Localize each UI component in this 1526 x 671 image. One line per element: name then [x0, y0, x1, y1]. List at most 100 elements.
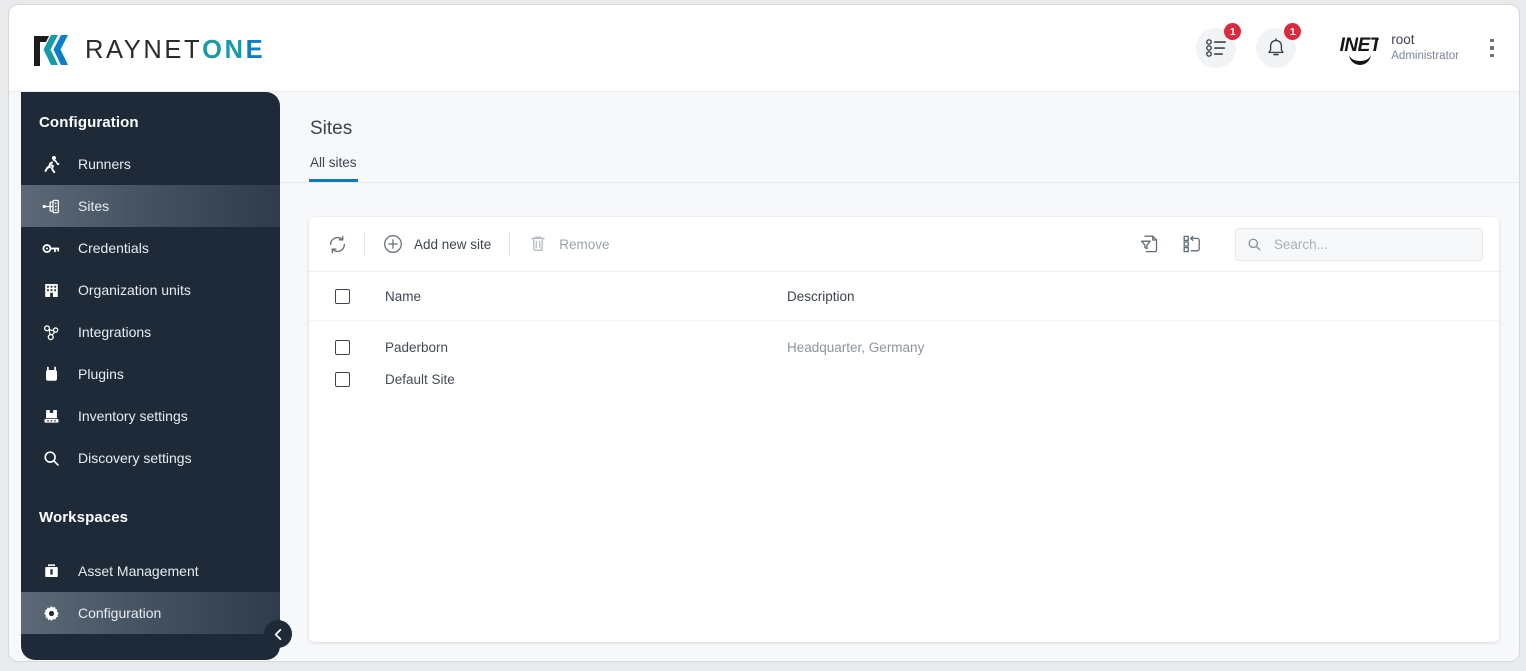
tasks-button[interactable]: 1 — [1196, 23, 1242, 68]
tab-bar: All sites — [280, 155, 1519, 182]
kebab-dot — [1490, 53, 1494, 58]
overflow-menu-button[interactable] — [1481, 31, 1503, 65]
sidebar-item-credentials[interactable]: Credentials — [21, 227, 280, 269]
plus-circle-icon — [384, 235, 402, 253]
table-row[interactable]: Paderborn Headquarter, Germany — [309, 331, 1499, 363]
sidebar-item-sites[interactable]: Sites — [21, 185, 280, 227]
page-title: Sites — [310, 118, 353, 139]
sidebar-item-runners[interactable]: Runners — [21, 143, 280, 185]
sidebar-item-plugins[interactable]: Plugins — [21, 353, 280, 395]
raynet-logo-icon — [32, 32, 72, 68]
search-box[interactable] — [1235, 227, 1483, 261]
building-icon — [41, 280, 61, 300]
toolbar-divider — [509, 231, 511, 257]
sidebar-item-organization-units[interactable]: Organization units — [21, 269, 280, 311]
column-settings-button[interactable] — [1173, 226, 1211, 262]
row-checkbox[interactable] — [335, 371, 350, 387]
sidebar-item-label: Configuration — [78, 605, 162, 621]
user-info: root Administrator — [1391, 32, 1459, 63]
column-header-description[interactable]: Description — [787, 289, 1499, 304]
avatar-arc — [1349, 52, 1372, 65]
user-role: Administrator — [1391, 50, 1459, 63]
refresh-button[interactable] — [319, 226, 356, 262]
top-bar: RAYNETONE 1 1 INET root Administrator — [9, 5, 1519, 92]
tab-divider — [280, 182, 1519, 183]
tab-all-sites[interactable]: All sites — [309, 155, 358, 182]
search-input[interactable] — [1271, 235, 1471, 253]
brand-logo[interactable]: RAYNETONE — [32, 32, 265, 68]
table-toolbar: Add new site Remove — [309, 217, 1499, 271]
top-bar-actions: 1 1 INET root Administrator — [1176, 5, 1503, 91]
search-icon — [41, 448, 61, 468]
bell-icon — [1268, 37, 1284, 55]
select-all-cell — [309, 288, 385, 304]
cell-description: Headquarter, Germany — [787, 339, 925, 355]
sidebar-item-inventory-settings[interactable]: Inventory settings — [21, 395, 280, 437]
row-select-cell — [309, 371, 385, 387]
sidebar-item-label: Sites — [78, 198, 110, 214]
sidebar: Configuration Runners Sites Credentials … — [21, 92, 280, 660]
table-body: Paderborn Headquarter, Germany Default S… — [309, 320, 1499, 395]
sidebar-item-configuration[interactable]: Configuration — [21, 592, 280, 634]
sidebar-item-asset-management[interactable]: Asset Management — [21, 550, 280, 592]
gear-icon — [41, 603, 61, 623]
sidebar-item-label: Discovery settings — [78, 450, 192, 466]
toolbar-right-actions — [1131, 226, 1483, 262]
tasks-list-icon — [1205, 39, 1226, 57]
sidebar-item-label: Asset Management — [78, 563, 199, 579]
brand-name-blue: E — [245, 35, 266, 64]
row-select-cell — [309, 339, 385, 355]
sidebar-item-integrations[interactable]: Integrations — [21, 311, 280, 353]
table-header: Name Description — [309, 271, 1499, 320]
sidebar-item-discovery-settings[interactable]: Discovery settings — [21, 437, 280, 479]
cell-name: Default Site — [385, 371, 455, 387]
toolbar-divider — [364, 231, 365, 257]
main-content: Sites All sites Add new site Remove Sear… — [280, 92, 1519, 661]
sidebar-item-label: Plugins — [78, 366, 124, 382]
sidebar-collapse-button[interactable] — [264, 620, 292, 648]
application-window: RAYNETONE 1 1 INET root Administrator Co… — [8, 4, 1520, 662]
brand-name: RAYNETONE — [85, 36, 265, 65]
sidebar-item-label: Inventory settings — [78, 408, 188, 424]
sidebar-item-label: Organization units — [78, 282, 191, 298]
notifications-badge: 1 — [1284, 23, 1302, 40]
plugins-icon — [41, 364, 61, 384]
brand-name-teal: ON — [202, 35, 246, 64]
user-menu[interactable]: INET root Administrator — [1339, 27, 1459, 69]
sidebar-item-label: Runners — [78, 156, 131, 172]
runner-icon — [41, 154, 61, 174]
sites-icon — [41, 196, 61, 216]
sidebar-item-label: Credentials — [78, 240, 149, 256]
remove-button[interactable]: Remove — [518, 226, 619, 262]
search-icon — [1248, 238, 1261, 250]
table-row[interactable]: Default Site — [309, 363, 1499, 395]
filter-button[interactable] — [1131, 226, 1169, 262]
refresh-icon — [329, 235, 346, 253]
column-header-name[interactable]: Name — [385, 289, 787, 304]
sidebar-section-title: Configuration — [39, 114, 139, 131]
sites-card: Add new site Remove Search... Name Descr… — [309, 217, 1499, 642]
trash-icon — [531, 236, 546, 251]
sidebar-item-label: Integrations — [78, 324, 152, 340]
user-name: root — [1391, 32, 1415, 48]
tasks-badge: 1 — [1224, 23, 1242, 40]
app-root: RAYNETONE 1 1 INET root Administrator Co… — [0, 0, 1526, 671]
kebab-dot — [1490, 46, 1494, 50]
avatar: INET — [1339, 27, 1382, 69]
sidebar-section-title: Workspaces — [39, 509, 129, 526]
integrations-icon — [41, 322, 61, 342]
notifications-button[interactable]: 1 — [1256, 23, 1302, 68]
filter-document-icon — [1140, 235, 1158, 253]
inventory-icon — [41, 406, 61, 426]
key-icon — [41, 238, 61, 258]
cell-name: Paderborn — [385, 339, 449, 355]
select-all-checkbox[interactable] — [335, 288, 350, 304]
briefcase-icon — [41, 561, 61, 581]
columns-reset-icon — [1183, 235, 1200, 253]
kebab-dot — [1490, 38, 1494, 43]
add-new-site-button[interactable]: Add new site — [373, 226, 501, 262]
remove-label: Remove — [559, 236, 610, 252]
row-checkbox[interactable] — [335, 339, 350, 355]
add-new-site-label: Add new site — [414, 236, 492, 252]
chevron-left-icon — [274, 628, 281, 640]
